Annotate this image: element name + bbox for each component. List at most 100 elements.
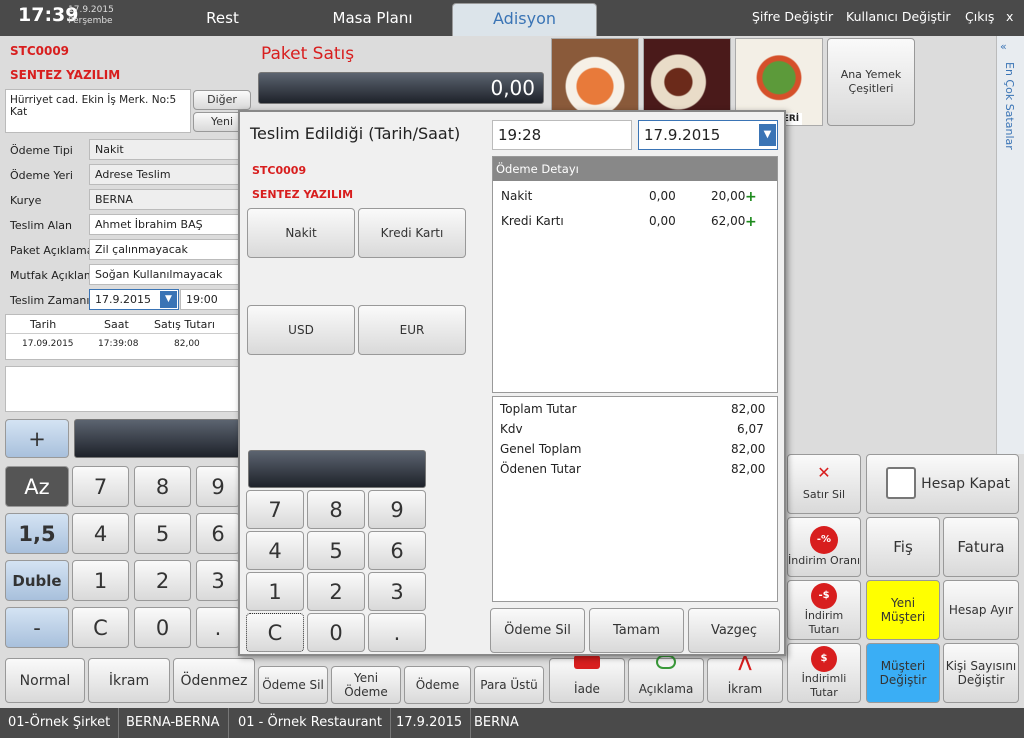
left-display <box>74 419 240 458</box>
one-half-button[interactable]: 1,5 <box>5 513 69 554</box>
delivered-date-field[interactable]: 17.9.2015 <box>638 120 778 150</box>
history-row-total[interactable]: 82,00 <box>174 339 200 349</box>
key-8[interactable]: 8 <box>134 466 191 507</box>
discount-amount-button[interactable]: -$ İndirim Tutarı <box>787 580 861 640</box>
discount-amount-label: İndirim Tutarı <box>804 609 844 636</box>
split-bill-button[interactable]: Hesap Ayır <box>943 580 1019 640</box>
modal-key-8[interactable]: 8 <box>307 490 365 529</box>
discount-rate-button[interactable]: -% İndirim Oranı <box>787 517 861 577</box>
total-value: 82,00 <box>731 402 766 416</box>
cancel-button[interactable]: Vazgeç <box>688 608 780 653</box>
plus-button[interactable]: + <box>5 419 69 458</box>
payment-type-field[interactable]: Nakit <box>89 139 239 160</box>
usd-button[interactable]: USD <box>247 305 355 355</box>
discounted-amount-label: İndirimli Tutar <box>801 672 847 699</box>
change-button[interactable]: Para Üstü <box>474 666 544 704</box>
history-row-date[interactable]: 17.09.2015 <box>22 339 74 349</box>
receiver-field[interactable]: Ahmet İbrahim BAŞ <box>89 214 239 235</box>
key-dot[interactable]: . <box>196 607 240 648</box>
key-2[interactable]: 2 <box>134 560 191 601</box>
plus-icon[interactable]: + <box>745 214 757 230</box>
key-7[interactable]: 7 <box>72 466 129 507</box>
discounted-amount-button[interactable]: $ İndirimli Tutar <box>787 643 861 703</box>
complimentary-button[interactable]: İkram <box>88 658 170 703</box>
double-button[interactable]: Duble <box>5 560 69 601</box>
modal-key-5[interactable]: 5 <box>307 531 365 570</box>
new-customer-action-button[interactable]: Yeni Müşteri <box>866 580 940 640</box>
change-password-link[interactable]: Şifre Değiştir <box>752 0 833 36</box>
day-text: Perşembe <box>68 16 113 26</box>
delivered-time-field[interactable]: 19:28 <box>492 120 632 150</box>
invoice-button[interactable]: Fatura <box>943 517 1019 577</box>
key-1[interactable]: 1 <box>72 560 129 601</box>
history-row-time[interactable]: 17:39:08 <box>98 339 138 349</box>
receipt-button[interactable]: Fiş <box>866 517 940 577</box>
delivery-time-field[interactable]: 19:00 <box>180 289 239 310</box>
vat-value: 6,07 <box>737 422 764 436</box>
delete-row-label: Satır Sil <box>802 488 846 501</box>
logout-link[interactable]: Çıkış <box>965 0 994 36</box>
status-restaurant: 01 - Örnek Restaurant <box>230 708 391 738</box>
double-chevron-icon[interactable]: « <box>1000 40 1007 53</box>
modal-key-2[interactable]: 2 <box>307 572 365 611</box>
chevron-down-icon[interactable]: ▼ <box>759 124 776 146</box>
status-company: 01-Örnek Şirket <box>0 708 120 738</box>
delete-payment-button[interactable]: Ödeme Sil <box>490 608 585 653</box>
unpaid-button[interactable]: Ödenmez <box>173 658 255 703</box>
credit-card-button[interactable]: Kredi Kartı <box>358 208 466 258</box>
totals-panel: Toplam Tutar 82,00 Kdv 6,07 Genel Toplam… <box>492 396 778 602</box>
modal-key-1[interactable]: 1 <box>246 572 304 611</box>
payment-detail-panel: Ödeme Detayı Nakit 0,00 20,00 + Kredi Ka… <box>492 156 778 393</box>
other-button[interactable]: Diğer <box>193 90 251 110</box>
label-paket-aciklama: Paket Açıklama <box>10 244 94 257</box>
delete-row-button[interactable]: ✕ Satır Sil <box>787 454 861 514</box>
plus-icon[interactable]: + <box>745 189 757 205</box>
modal-key-4[interactable]: 4 <box>246 531 304 570</box>
normal-button[interactable]: Normal <box>5 658 85 703</box>
modal-key-0[interactable]: 0 <box>307 613 365 652</box>
change-customer-button[interactable]: Müşteri Değiştir <box>866 643 940 703</box>
close-icon[interactable]: x <box>1006 0 1013 36</box>
az-button[interactable]: Az <box>5 466 69 507</box>
modal-key-7[interactable]: 7 <box>246 490 304 529</box>
key-5[interactable]: 5 <box>134 513 191 554</box>
delete-payment-bottom-button[interactable]: Ödeme Sil <box>258 666 328 704</box>
vat-label: Kdv <box>500 422 523 436</box>
key-4[interactable]: 4 <box>72 513 129 554</box>
key-0[interactable]: 0 <box>134 607 191 648</box>
main-course-button[interactable]: Ana Yemek Çeşitleri <box>827 38 915 126</box>
chevron-down-icon[interactable]: ▼ <box>160 291 177 308</box>
discount-rate-label: İndirim Oranı <box>788 554 860 567</box>
change-user-link[interactable]: Kullanıcı Değiştir <box>846 0 951 36</box>
key-6[interactable]: 6 <box>196 513 240 554</box>
modal-key-9[interactable]: 9 <box>368 490 426 529</box>
eur-button[interactable]: EUR <box>358 305 466 355</box>
status-date: 17.9.2015 <box>388 708 472 738</box>
detail-cash-label[interactable]: Nakit <box>501 189 532 203</box>
tab-masa-plani[interactable]: Masa Planı <box>300 0 445 36</box>
modal-key-c[interactable]: C <box>246 613 304 652</box>
package-note-field[interactable]: Zil çalınmayacak <box>89 239 239 260</box>
cash-button[interactable]: Nakit <box>247 208 355 258</box>
payment-place-field[interactable]: Adrese Teslim <box>89 164 239 185</box>
kitchen-note-field[interactable]: Soğan Kullanılmayacak <box>89 264 239 285</box>
modal-key-6[interactable]: 6 <box>368 531 426 570</box>
change-guest-count-button[interactable]: Kişi Sayısını Değiştir <box>943 643 1019 703</box>
courier-field[interactable]: BERNA <box>89 189 239 210</box>
tab-adisyon[interactable]: Adisyon <box>452 3 597 36</box>
key-9[interactable]: 9 <box>196 466 240 507</box>
key-c[interactable]: C <box>72 607 129 648</box>
new-payment-button[interactable]: Yeni Ödeme <box>331 666 401 704</box>
detail-card-label[interactable]: Kredi Kartı <box>501 214 564 228</box>
ok-button[interactable]: Tamam <box>589 608 684 653</box>
minus-button[interactable]: - <box>5 607 69 648</box>
modal-key-3[interactable]: 3 <box>368 572 426 611</box>
modal-display <box>248 450 426 488</box>
payment-button[interactable]: Ödeme <box>404 666 471 704</box>
modal-title: Teslim Edildiği (Tarih/Saat) <box>250 124 461 143</box>
modal-key-dot[interactable]: . <box>368 613 426 652</box>
notes-box[interactable] <box>5 366 239 412</box>
key-3[interactable]: 3 <box>196 560 240 601</box>
clock-date: 17.9.2015 Perşembe <box>68 5 114 27</box>
tab-rest[interactable]: Rest <box>170 0 275 36</box>
